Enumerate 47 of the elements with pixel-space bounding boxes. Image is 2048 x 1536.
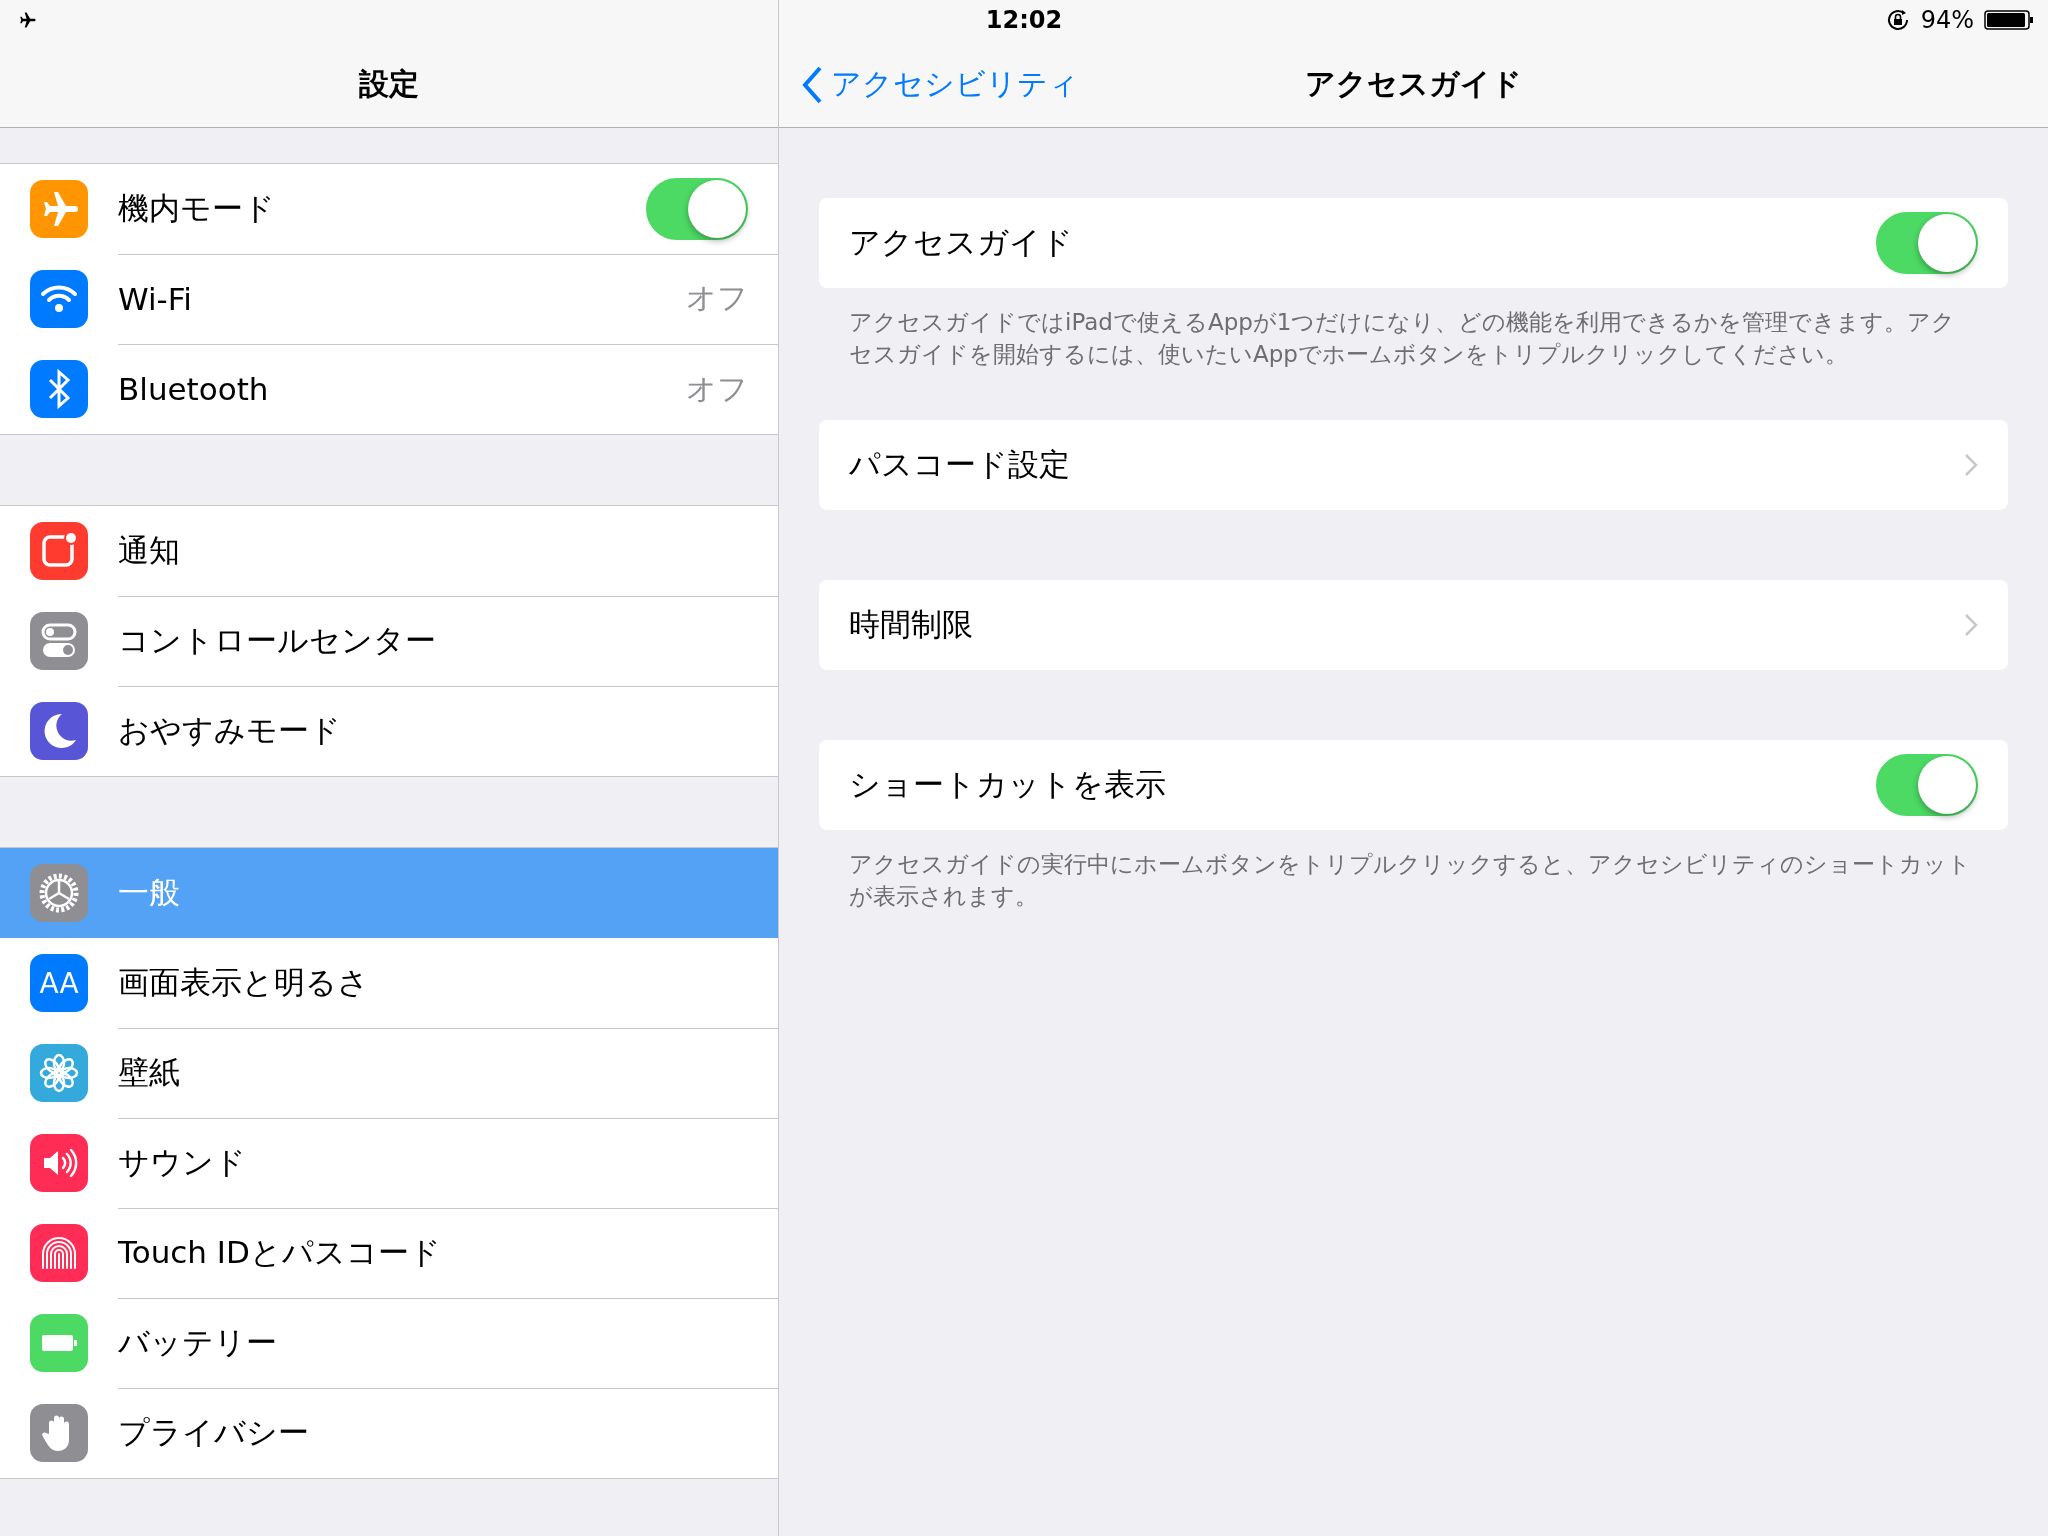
battery-percentage: 94% — [1920, 6, 1974, 34]
footer-text: アクセスガイドの実行中にホームボタンをトリプルクリックすると、アクセシビリティのショートカットが表示されます。 — [849, 851, 1971, 909]
moon-icon — [30, 702, 88, 760]
notification-icon — [30, 522, 88, 580]
sidebar-item[interactable]: 機内モード — [0, 164, 778, 254]
cell-label: パスコード設定 — [849, 445, 1071, 484]
back-link[interactable]: アクセシビリティ — [801, 64, 1079, 105]
fingerprint-icon — [30, 1224, 88, 1282]
sidebar-item[interactable]: Wi-Fi オフ — [0, 254, 778, 344]
toggle-switch[interactable] — [1876, 212, 1978, 274]
speaker-icon — [30, 1134, 88, 1192]
chevron-icon — [1964, 613, 1978, 637]
gear-icon — [30, 864, 88, 922]
sidebar-item[interactable]: コントロールセンター — [0, 596, 778, 686]
wifi-icon — [30, 270, 88, 328]
sidebar-item[interactable]: Touch IDとパスコード — [0, 1208, 778, 1298]
sidebar-item[interactable]: 通知 — [0, 506, 778, 596]
status-value: オフ — [686, 369, 748, 408]
footer-text: アクセスガイドではiPadで使えるAppが1つだけになり、どの機能を利用できるかを管理できます。アクセスガイドを開始するには、使いたいAppでホームボタンをトリプルクリックしてください。 — [849, 309, 1956, 367]
flower-icon — [30, 1044, 88, 1102]
battery-icon — [1984, 9, 2034, 31]
sidebar-title: 設定 — [359, 65, 419, 103]
switches-icon — [30, 612, 88, 670]
toggle-switch[interactable] — [646, 177, 748, 240]
cell-label: 時間制限 — [849, 605, 974, 644]
sidebar-item[interactable]: バッテリー — [0, 1298, 778, 1388]
bluetooth-icon — [30, 360, 88, 418]
toggle-switch[interactable] — [1876, 754, 1978, 816]
chevron-icon — [1964, 453, 1978, 477]
sidebar-item[interactable]: AA 画面表示と明るさ — [0, 938, 778, 1028]
sidebar-item[interactable]: 壁紙 — [0, 1028, 778, 1118]
settings-cell[interactable]: 時間制限 — [819, 580, 2008, 670]
text-size-icon: AA — [30, 954, 88, 1012]
sidebar-item[interactable]: プライバシー — [0, 1388, 778, 1478]
sidebar-item[interactable]: サウンド — [0, 1118, 778, 1208]
battery-icon — [30, 1314, 88, 1372]
settings-cell[interactable]: パスコード設定 — [819, 420, 2008, 510]
hand-icon — [30, 1404, 88, 1462]
airplane-icon — [30, 180, 88, 238]
status-value: オフ — [686, 279, 748, 317]
back-chevron-icon — [801, 64, 823, 105]
cell-label: ショートカットを表示 — [849, 765, 1167, 804]
sidebar-item[interactable]: Bluetooth オフ — [0, 344, 778, 434]
sidebar-item[interactable]: おやすみモード — [0, 686, 778, 776]
cell-label: アクセスガイド — [849, 223, 1074, 262]
page-title: アクセスガイド — [1305, 65, 1522, 103]
clock-time: 12:02 — [985, 6, 1063, 34]
